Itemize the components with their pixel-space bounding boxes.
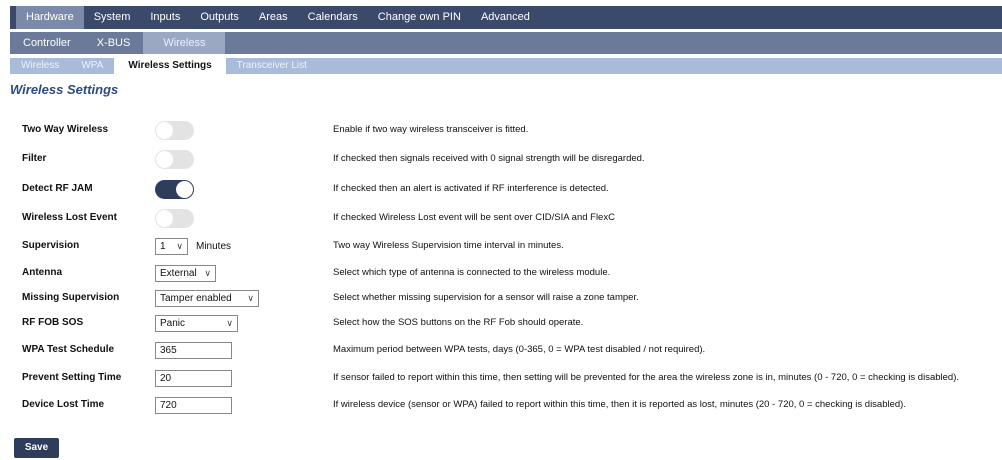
- setting-label: WPA Test Schedule: [22, 344, 115, 355]
- tab-areas[interactable]: Areas: [249, 6, 298, 29]
- subtab-transceiver-list[interactable]: Transceiver List: [226, 58, 318, 74]
- chevron-down-icon: ∨: [176, 240, 183, 251]
- setting-row-wireless-lost-event: Wireless Lost Event If checked Wireless …: [0, 207, 1002, 229]
- wireless-lost-event-toggle[interactable]: [155, 208, 194, 228]
- setting-label: Two Way Wireless: [22, 124, 109, 135]
- setting-row-device-lost-time: Device Lost Time 720 If wireless device …: [0, 394, 1002, 416]
- supervision-unit: Minutes: [196, 240, 232, 252]
- secondary-nav: Controller X-BUS Wireless: [10, 32, 1002, 54]
- setting-description: If checked Wireless Lost event will be s…: [333, 212, 615, 223]
- prevent-setting-time-input[interactable]: 20: [155, 369, 232, 387]
- setting-label: Device Lost Time: [22, 399, 105, 410]
- setting-row-detect-rf-jam: Detect RF JAM If checked then an alert i…: [0, 178, 1002, 200]
- setting-label: Prevent Setting Time: [22, 372, 122, 383]
- toggle-knob: [176, 180, 193, 198]
- setting-description: If wireless device (sensor or WPA) faile…: [333, 399, 906, 410]
- tab-outputs[interactable]: Outputs: [190, 6, 249, 29]
- setting-description: Maximum period between WPA tests, days (…: [333, 344, 706, 355]
- device-lost-time-input[interactable]: 720: [155, 396, 232, 414]
- tab-inputs[interactable]: Inputs: [140, 6, 190, 29]
- subtab-wireless-settings[interactable]: Wireless Settings: [114, 58, 226, 74]
- chevron-down-icon: ∨: [247, 292, 254, 303]
- setting-label: Missing Supervision: [22, 292, 120, 303]
- select-value: Panic: [160, 317, 186, 329]
- setting-description: Select how the SOS buttons on the RF Fob…: [333, 317, 584, 328]
- setting-row-prevent-setting-time: Prevent Setting Time 20 If sensor failed…: [0, 367, 1002, 389]
- setting-label: RF FOB SOS: [22, 317, 84, 328]
- tab-change-own-pin[interactable]: Change own PIN: [368, 6, 471, 29]
- setting-description: If checked then signals received with 0 …: [333, 153, 645, 164]
- setting-description: If sensor failed to report within this t…: [333, 372, 959, 383]
- toggle-knob: [156, 150, 173, 168]
- detect-rf-jam-toggle[interactable]: [155, 179, 194, 199]
- setting-row-wpa-test-schedule: WPA Test Schedule 365 Maximum period bet…: [0, 339, 1002, 361]
- setting-description: Enable if two way wireless transceiver i…: [333, 124, 529, 135]
- tab-advanced[interactable]: Advanced: [471, 6, 540, 29]
- save-button[interactable]: Save: [14, 438, 59, 458]
- page-title: Wireless Settings: [10, 82, 119, 97]
- chevron-down-icon: ∨: [204, 267, 211, 278]
- setting-row-missing-supervision: Missing Supervision Tamper enabled ∨ Sel…: [0, 287, 1002, 309]
- setting-description: Two way Wireless Supervision time interv…: [333, 240, 564, 251]
- setting-description: Select whether missing supervision for a…: [333, 292, 639, 303]
- subtab-wpa[interactable]: WPA: [70, 58, 114, 74]
- setting-row-filter: Filter If checked then signals received …: [0, 148, 1002, 170]
- rf-fob-sos-select[interactable]: Panic ∨: [155, 314, 238, 332]
- tertiary-nav: Wireless WPA Wireless Settings Transceiv…: [10, 58, 1002, 74]
- two-way-wireless-toggle[interactable]: [155, 120, 194, 140]
- missing-supervision-select[interactable]: Tamper enabled ∨: [155, 289, 259, 307]
- supervision-select[interactable]: 1 ∨: [155, 237, 188, 255]
- tab-calendars[interactable]: Calendars: [298, 6, 368, 29]
- tab-system[interactable]: System: [84, 6, 141, 29]
- tab-hardware[interactable]: Hardware: [16, 6, 84, 29]
- antenna-select[interactable]: External ∨: [155, 264, 216, 282]
- setting-label: Wireless Lost Event: [22, 212, 117, 223]
- subtab-wireless[interactable]: Wireless: [10, 58, 70, 74]
- tab-wireless[interactable]: Wireless: [143, 32, 226, 54]
- toggle-knob: [156, 121, 173, 139]
- filter-toggle[interactable]: [155, 149, 194, 169]
- tab-x-bus[interactable]: X-BUS: [84, 32, 144, 54]
- setting-label: Detect RF JAM: [22, 183, 93, 194]
- primary-nav: Hardware System Inputs Outputs Areas Cal…: [10, 6, 1002, 29]
- setting-label: Antenna: [22, 267, 62, 278]
- setting-row-two-way-wireless: Two Way Wireless Enable if two way wirel…: [0, 119, 1002, 141]
- setting-description: Select which type of antenna is connecte…: [333, 267, 611, 278]
- tab-controller[interactable]: Controller: [10, 32, 84, 54]
- setting-label: Filter: [22, 153, 47, 164]
- setting-row-rf-fob-sos: RF FOB SOS Panic ∨ Select how the SOS bu…: [0, 312, 1002, 334]
- chevron-down-icon: ∨: [226, 317, 233, 328]
- select-value: 1: [160, 240, 166, 252]
- select-value: External: [160, 267, 197, 279]
- toggle-knob: [156, 209, 173, 227]
- setting-row-supervision: Supervision 1 ∨ Minutes Two way Wireless…: [0, 235, 1002, 257]
- setting-row-antenna: Antenna External ∨ Select which type of …: [0, 262, 1002, 284]
- setting-label: Supervision: [22, 240, 80, 251]
- wpa-test-schedule-input[interactable]: 365: [155, 341, 232, 359]
- select-value: Tamper enabled: [160, 292, 232, 304]
- setting-description: If checked then an alert is activated if…: [333, 183, 609, 194]
